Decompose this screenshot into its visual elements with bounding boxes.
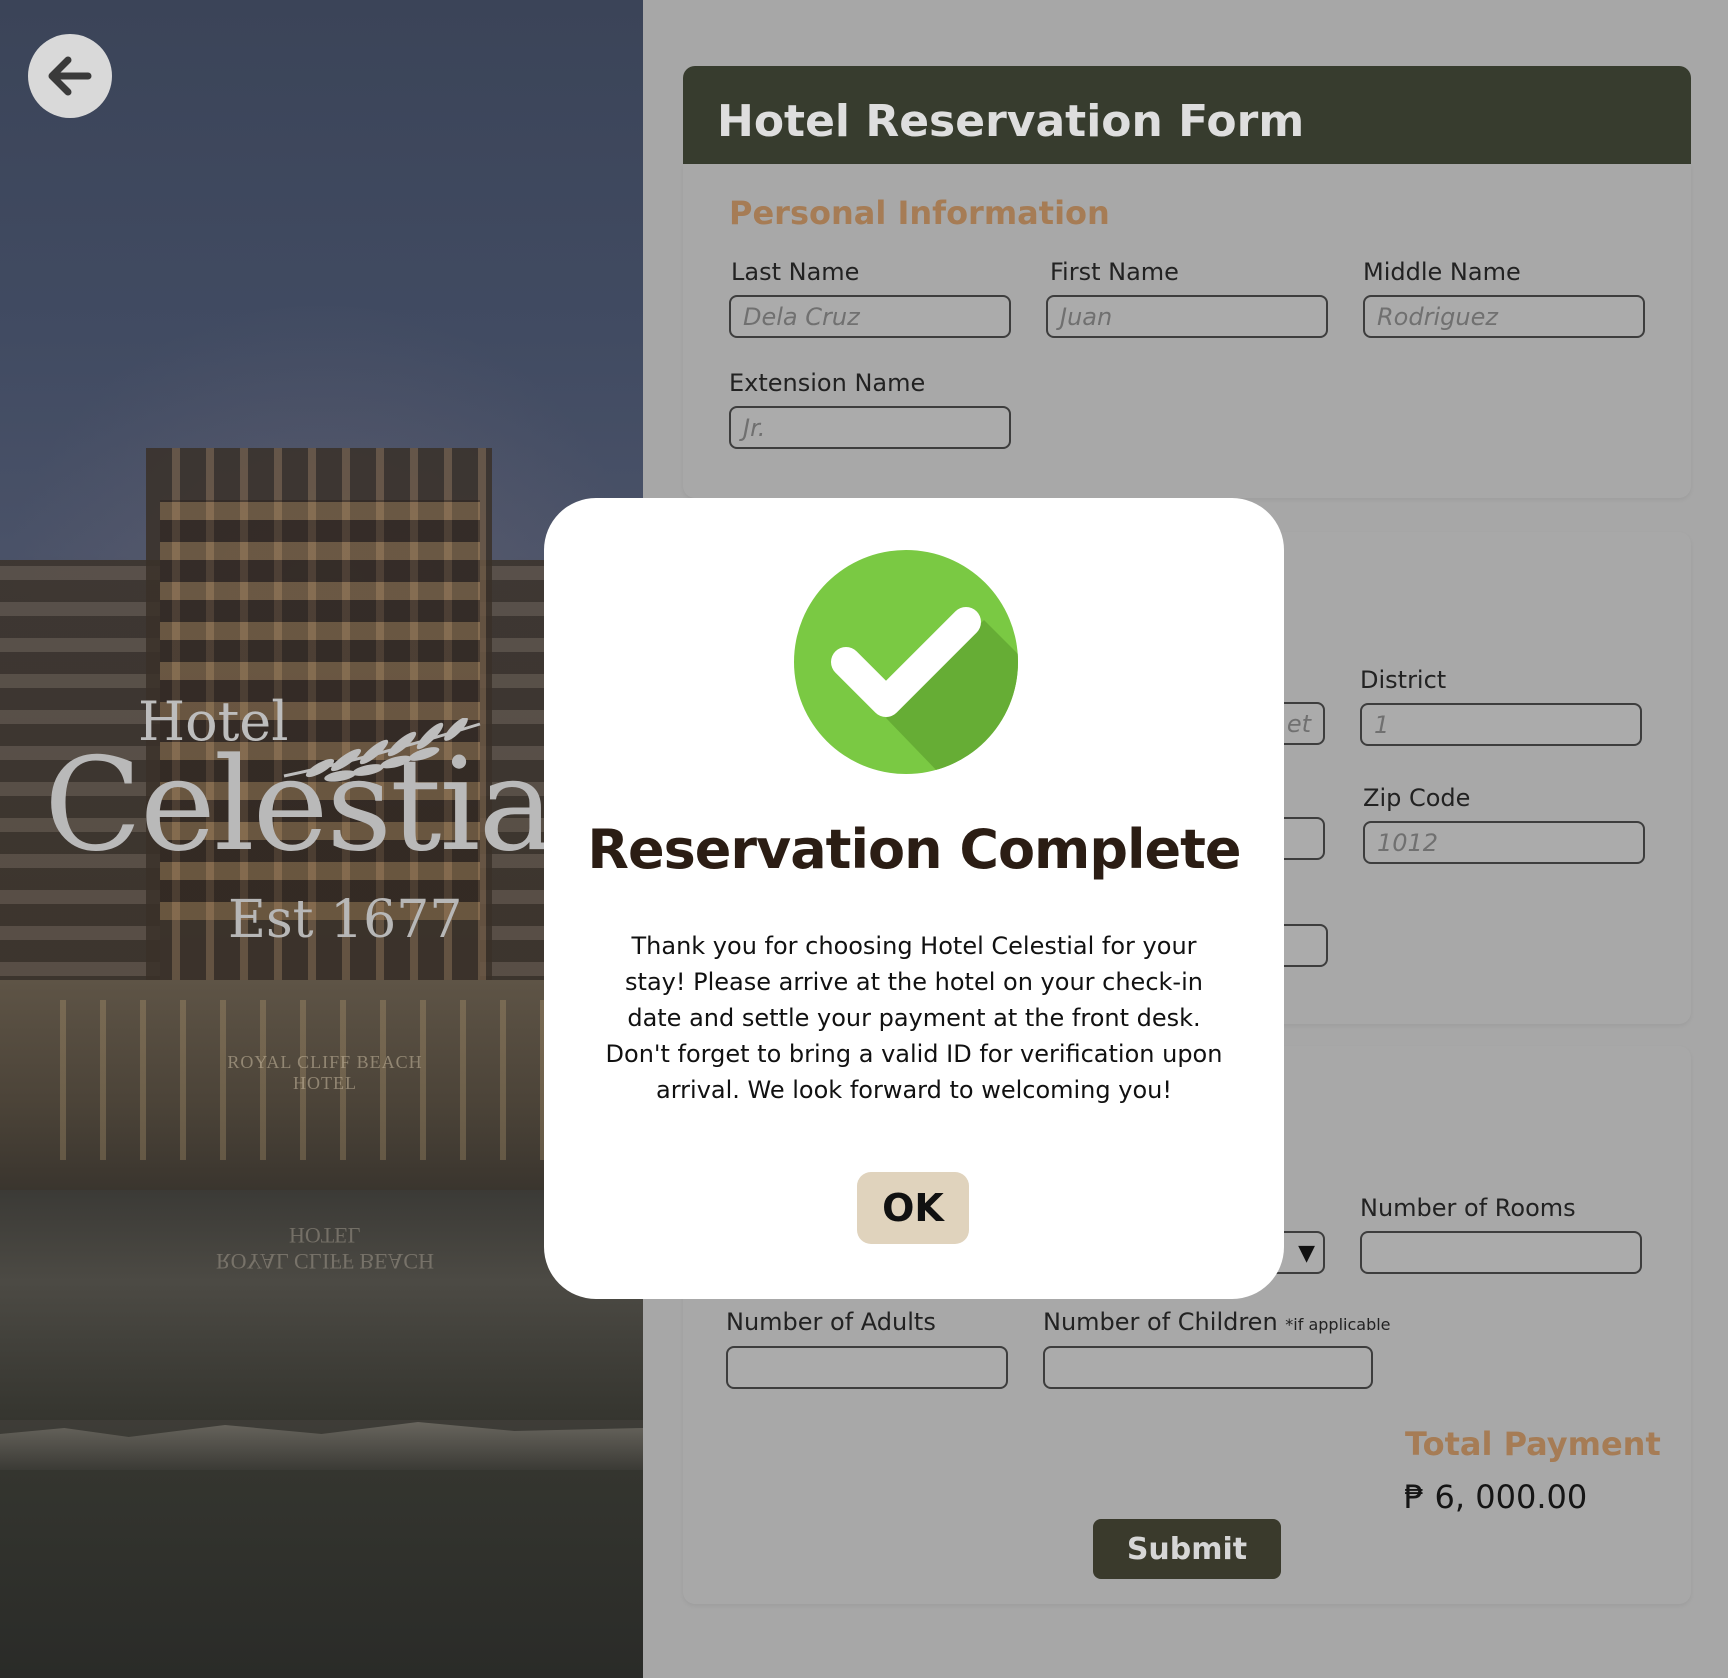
hotel-sign-reflection: ROYAL CLIFF BEACH HOTEL bbox=[216, 1223, 434, 1274]
zip-code-label: Zip Code bbox=[1363, 784, 1471, 812]
form-header: Hotel Reservation Form bbox=[683, 66, 1691, 164]
reservation-complete-dialog: Reservation Complete Thank you for choos… bbox=[544, 498, 1284, 1299]
first-name-label: First Name bbox=[1050, 258, 1179, 286]
rooms-input[interactable] bbox=[1360, 1231, 1642, 1274]
ok-button[interactable]: OK bbox=[857, 1172, 969, 1244]
submit-button[interactable]: Submit bbox=[1093, 1519, 1281, 1579]
street-placeholder: et bbox=[1286, 709, 1311, 738]
middle-name-placeholder: Rodriguez bbox=[1377, 302, 1498, 331]
modal-message: Thank you for choosing Hotel Celestial f… bbox=[605, 932, 1223, 1104]
district-placeholder: 1 bbox=[1374, 710, 1390, 739]
back-button[interactable] bbox=[28, 34, 112, 118]
last-name-placeholder: Dela Cruz bbox=[743, 302, 860, 331]
arrow-left-icon bbox=[48, 56, 92, 96]
zip-code-placeholder: 1012 bbox=[1377, 828, 1439, 857]
adults-input[interactable] bbox=[726, 1346, 1008, 1389]
ground bbox=[0, 1470, 643, 1678]
first-name-placeholder: Juan bbox=[1060, 302, 1113, 331]
extension-name-input[interactable]: Jr. bbox=[729, 406, 1011, 449]
checkmark-circle-icon bbox=[794, 550, 1018, 774]
form-title: Hotel Reservation Form bbox=[717, 96, 1305, 147]
total-payment-label: Total Payment bbox=[1405, 1425, 1661, 1463]
district-label: District bbox=[1360, 666, 1447, 694]
children-label: Number of Children *if applicable bbox=[1043, 1308, 1391, 1336]
children-label-text: Number of Children bbox=[1043, 1308, 1278, 1336]
hotel-sign: ROYAL CLIFF BEACH HOTEL bbox=[227, 1052, 423, 1093]
extension-name-placeholder: Jr. bbox=[743, 413, 766, 442]
brand-name-text: Celestia bbox=[44, 731, 555, 880]
first-name-input[interactable]: Juan bbox=[1046, 295, 1328, 338]
personal-info-card: Personal Information Last Name Dela Cruz… bbox=[683, 164, 1691, 498]
middle-name-input[interactable]: Rodriguez bbox=[1363, 295, 1645, 338]
district-input[interactable]: 1 bbox=[1360, 703, 1642, 746]
last-name-input[interactable]: Dela Cruz bbox=[729, 295, 1011, 338]
rooms-label: Number of Rooms bbox=[1360, 1194, 1576, 1222]
children-note: *if applicable bbox=[1285, 1315, 1391, 1334]
chevron-down-icon: ▼ bbox=[1298, 1241, 1315, 1266]
personal-info-heading: Personal Information bbox=[729, 194, 1110, 232]
extension-name-label: Extension Name bbox=[729, 369, 926, 397]
adults-label: Number of Adults bbox=[726, 1308, 936, 1336]
zip-code-input[interactable]: 1012 bbox=[1363, 821, 1645, 864]
last-name-label: Last Name bbox=[731, 258, 860, 286]
children-input[interactable] bbox=[1043, 1346, 1373, 1389]
modal-title: Reservation Complete bbox=[587, 818, 1241, 881]
middle-name-label: Middle Name bbox=[1363, 258, 1521, 286]
total-payment-value: ₱ 6, 000.00 bbox=[1404, 1478, 1588, 1516]
brand-est-text: Est 1677 bbox=[228, 890, 463, 950]
